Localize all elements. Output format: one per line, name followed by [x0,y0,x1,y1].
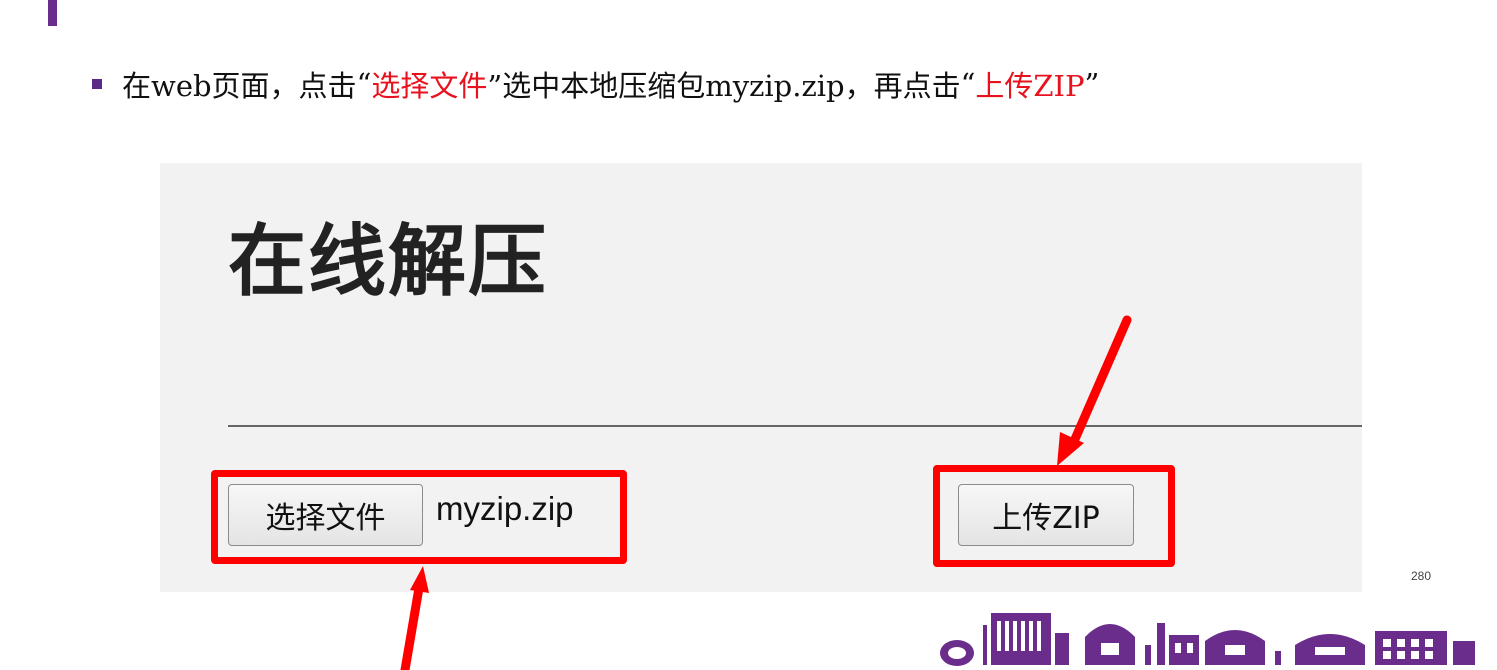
arrow-to-file-head [410,566,429,593]
annotation-arrows [400,315,1132,670]
page-number: 280 [1411,569,1432,583]
campus-skyline-logo [940,613,1475,666]
arrow-to-upload-line [1067,315,1132,451]
arrow-to-file-line [400,583,424,670]
